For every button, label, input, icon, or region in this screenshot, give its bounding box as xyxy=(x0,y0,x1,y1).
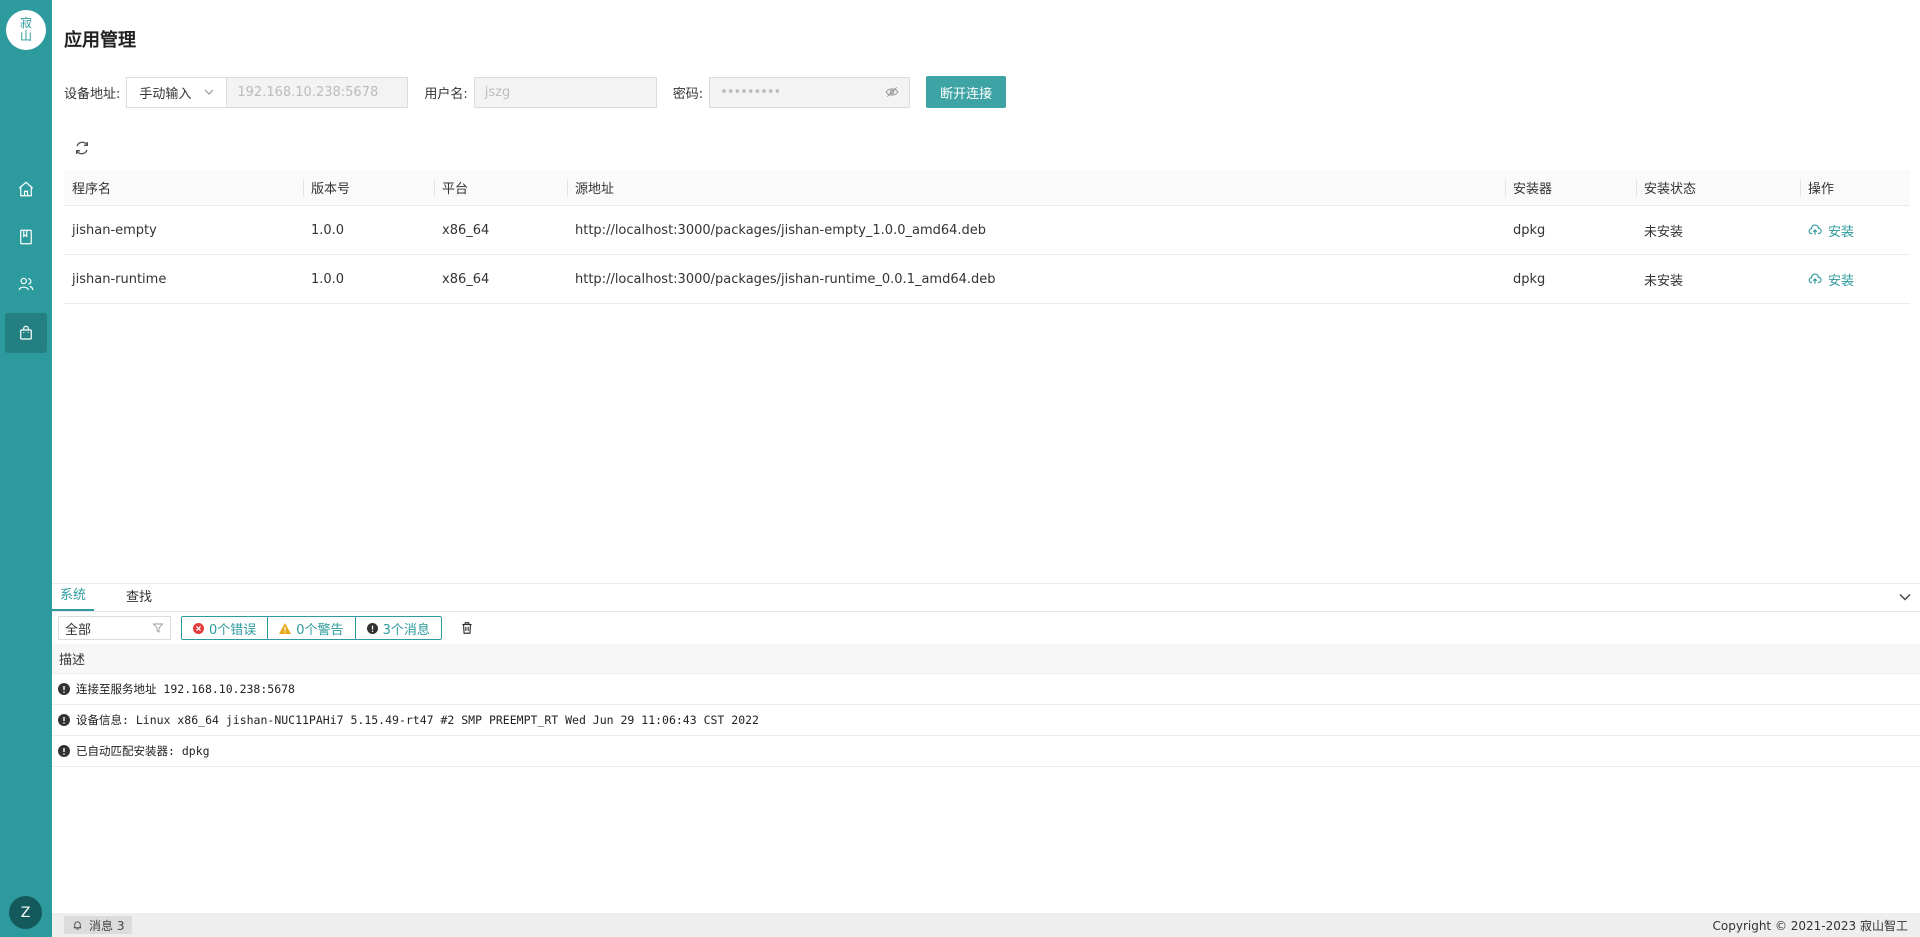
header-version: 版本号 xyxy=(303,170,434,205)
table-header: 程序名 版本号 平台 源地址 安装器 安装状态 操作 xyxy=(64,170,1910,206)
shopping-bag-icon xyxy=(20,325,32,340)
nav-apps[interactable] xyxy=(5,313,47,353)
copyright: Copyright © 2021-2023 寂山智工 xyxy=(1712,918,1909,933)
tab-system[interactable]: 系统 xyxy=(52,584,95,611)
warnings-toggle[interactable]: 0个警告 xyxy=(267,617,354,639)
header-status: 安装状态 xyxy=(1636,170,1800,205)
log-text: 连接至服务地址 192.168.10.238:5678 xyxy=(76,682,295,696)
info-icon xyxy=(58,714,70,726)
message-count-badge[interactable]: 消息 3 xyxy=(64,916,133,934)
messages-label: 3个消息 xyxy=(382,622,430,638)
logo-text: 寂山 xyxy=(19,16,32,43)
tab-search[interactable]: 查找 xyxy=(118,586,160,611)
log-row: 连接至服务地址 192.168.10.238:5678 xyxy=(52,674,1920,705)
home-icon xyxy=(18,181,34,197)
header-source: 源地址 xyxy=(567,170,1505,205)
cell-name: jishan-empty xyxy=(72,222,157,238)
errors-toggle[interactable]: 0个错误 xyxy=(182,617,267,639)
warning-icon xyxy=(279,622,292,634)
log-tabs: 系统 查找 xyxy=(52,584,1920,612)
nav-users[interactable] xyxy=(5,264,47,304)
trash-icon[interactable] xyxy=(460,621,474,635)
table-row: jishan-runtime 1.0.0 x86_64 http://local… xyxy=(64,255,1910,304)
refresh-icon[interactable] xyxy=(74,140,90,156)
cell-status: 未安装 xyxy=(1644,224,1684,240)
nav-book[interactable] xyxy=(5,217,47,257)
header-platform: 平台 xyxy=(434,170,567,205)
cloud-upload-icon xyxy=(1808,224,1822,235)
cell-installer: dpkg xyxy=(1513,222,1546,238)
errors-label: 0个错误 xyxy=(209,622,257,638)
username-label: 用户名: xyxy=(424,86,468,102)
log-counters: 0个错误 0个警告 3个消息 xyxy=(181,616,442,640)
header-action: 操作 xyxy=(1800,170,1910,205)
password-label: 密码: xyxy=(672,86,704,102)
error-icon xyxy=(193,622,204,634)
log-text: 设备信息: Linux x86_64 jishan-NUC11PAHi7 5.1… xyxy=(76,713,759,727)
filter-icon xyxy=(152,623,164,633)
app-root: 寂山 Z 应用管理 设备地址: 手动输入 192.168.10.238:5678… xyxy=(0,0,1920,937)
cell-action: 安装 xyxy=(1800,255,1910,303)
chevron-down-icon[interactable] xyxy=(1898,590,1912,604)
log-level-select[interactable]: 全部 xyxy=(58,616,171,640)
status-bar: 消息 3 Copyright © 2021-2023 寂山智工 xyxy=(52,913,1920,937)
address-mode-value: 手动输入 xyxy=(139,86,192,102)
install-button[interactable]: 安装 xyxy=(1808,270,1854,289)
cell-status: 未安装 xyxy=(1644,273,1684,289)
bell-icon xyxy=(73,920,82,930)
install-button[interactable]: 安装 xyxy=(1808,221,1854,240)
cell-installer: dpkg xyxy=(1513,271,1546,287)
chevron-down-icon xyxy=(204,89,214,95)
address-mode-select[interactable]: 手动输入 xyxy=(126,76,227,108)
cloud-upload-icon xyxy=(1808,273,1822,284)
sidebar: 寂山 Z xyxy=(0,0,52,937)
log-text: 已自动匹配安装器: dpkg xyxy=(76,744,210,758)
cell-source: http://localhost:3000/packages/jishan-em… xyxy=(575,222,987,238)
apps-table: 程序名 版本号 平台 源地址 安装器 安装状态 操作 jishan-empty … xyxy=(64,170,1910,304)
book-icon xyxy=(20,229,32,245)
install-label: 安装 xyxy=(1828,224,1855,240)
avatar-initial: Z xyxy=(20,904,31,921)
avatar[interactable]: Z xyxy=(9,896,42,929)
nav-home[interactable] xyxy=(5,169,47,209)
password-input[interactable]: ••••••••• xyxy=(709,76,911,108)
log-row: 已自动匹配安装器: dpkg xyxy=(52,736,1920,767)
address-input[interactable]: 192.168.10.238:5678 xyxy=(226,76,409,108)
main-content: 应用管理 设备地址: 手动输入 192.168.10.238:5678 用户名:… xyxy=(52,0,1920,937)
install-label: 安装 xyxy=(1828,273,1855,289)
log-column-header: 描述 xyxy=(52,644,1920,674)
password-input-value: ••••••••• xyxy=(720,84,781,100)
logo[interactable]: 寂山 xyxy=(6,10,46,50)
eye-off-icon[interactable] xyxy=(885,85,899,99)
message-count-text: 消息 3 xyxy=(89,918,125,933)
address-label: 设备地址: xyxy=(64,86,121,102)
cell-name: jishan-runtime xyxy=(72,271,167,287)
address-input-value: 192.168.10.238:5678 xyxy=(237,84,379,100)
cell-platform: x86_64 xyxy=(442,271,490,287)
cell-platform: x86_64 xyxy=(442,222,490,238)
disconnect-button[interactable]: 断开连接 xyxy=(926,76,1007,108)
header-name: 程序名 xyxy=(72,182,112,197)
cell-version: 1.0.0 xyxy=(311,271,345,287)
page-title: 应用管理 xyxy=(64,30,136,51)
connection-bar: 设备地址: 手动输入 192.168.10.238:5678 用户名: jszg… xyxy=(64,76,1007,108)
cell-action: 安装 xyxy=(1800,206,1910,254)
info-icon xyxy=(366,622,378,634)
username-input[interactable]: jszg xyxy=(473,76,657,108)
users-icon xyxy=(18,277,34,291)
log-panel: 系统 查找 全部 0个错误 0个警告 3个消息 描述 连接至服务地址 192.1… xyxy=(52,583,1920,913)
messages-toggle[interactable]: 3个消息 xyxy=(354,617,441,639)
log-filterbar: 全部 0个错误 0个警告 3个消息 xyxy=(52,612,1920,644)
info-icon xyxy=(58,745,70,757)
log-row: 设备信息: Linux x86_64 jishan-NUC11PAHi7 5.1… xyxy=(52,705,1920,736)
cell-source: http://localhost:3000/packages/jishan-ru… xyxy=(575,271,996,287)
username-input-value: jszg xyxy=(484,84,511,100)
warnings-label: 0个警告 xyxy=(296,622,344,638)
header-installer: 安装器 xyxy=(1505,170,1636,205)
info-icon xyxy=(58,683,70,695)
log-level-value: 全部 xyxy=(65,622,92,638)
table-row: jishan-empty 1.0.0 x86_64 http://localho… xyxy=(64,206,1910,255)
cell-version: 1.0.0 xyxy=(311,222,345,238)
